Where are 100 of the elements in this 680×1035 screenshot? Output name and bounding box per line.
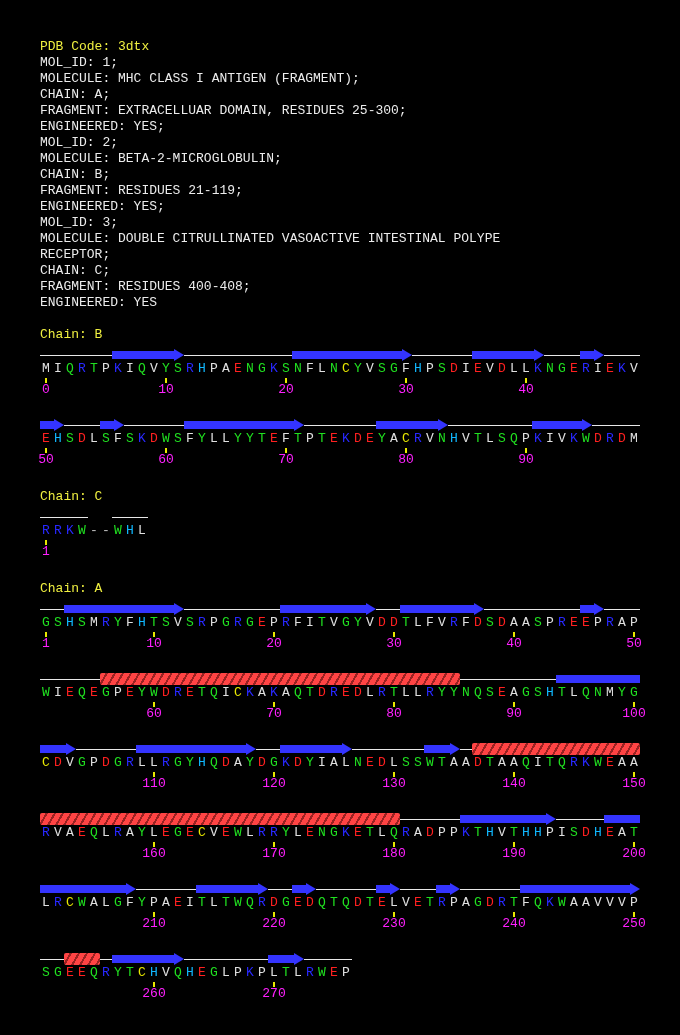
- residue-letter: W: [557, 895, 567, 911]
- residue-letter: Y: [233, 431, 243, 447]
- residue-number: 90: [506, 707, 522, 721]
- residue-letter: T: [365, 895, 375, 911]
- residue-number: 30: [398, 383, 414, 397]
- residue-letter: E: [185, 825, 195, 841]
- residue-letter: D: [449, 361, 459, 377]
- residue-letter: E: [569, 361, 579, 377]
- residue-letter: E: [257, 615, 267, 631]
- residue-letter: S: [533, 685, 543, 701]
- residue-letter: V: [425, 431, 435, 447]
- residue-letter: L: [509, 361, 519, 377]
- residue-letter: P: [101, 361, 111, 377]
- residue-letter: V: [161, 965, 171, 981]
- coil-line: [604, 608, 640, 610]
- residue-letter: A: [233, 755, 243, 771]
- coil-line: [64, 424, 100, 426]
- residue-letter: V: [65, 755, 75, 771]
- residue-letter: Y: [449, 685, 459, 701]
- residue-letter: P: [545, 615, 555, 631]
- residue-letter: Q: [77, 685, 87, 701]
- residue-letter: S: [569, 825, 579, 841]
- residue-letter: G: [209, 965, 219, 981]
- residue-letter: V: [149, 361, 159, 377]
- residue-letter: P: [269, 615, 279, 631]
- residue-letter: H: [533, 825, 543, 841]
- residue-letter: G: [173, 755, 183, 771]
- residue-letter: E: [233, 361, 243, 377]
- residue-letter: R: [413, 431, 423, 447]
- residue-letter: N: [329, 361, 339, 377]
- residue-letter: G: [329, 825, 339, 841]
- residue-letter: L: [293, 965, 303, 981]
- residue-letter: V: [617, 895, 627, 911]
- residue-letter: R: [125, 755, 135, 771]
- residue-letter: V: [53, 825, 63, 841]
- residue-number: 220: [262, 917, 286, 931]
- residue-letter: E: [605, 825, 615, 841]
- residue-letter: D: [77, 431, 87, 447]
- residue-letter: R: [269, 825, 279, 841]
- strand-arrow: [472, 349, 544, 361]
- residue-letter: R: [605, 615, 615, 631]
- residue-letter: M: [629, 431, 639, 447]
- residue-letter: A: [161, 895, 171, 911]
- residue-letter: M: [89, 615, 99, 631]
- residue-letter: A: [413, 825, 423, 841]
- residue-letter: E: [89, 685, 99, 701]
- residue-number: 250: [622, 917, 646, 931]
- residue-letter: T: [329, 895, 339, 911]
- residue-letter: I: [593, 361, 603, 377]
- strand-arrow: [268, 953, 304, 965]
- residue-letter: S: [161, 615, 171, 631]
- residue-letter: F: [461, 615, 471, 631]
- residue-letter: E: [605, 755, 615, 771]
- residue-letter: T: [473, 431, 483, 447]
- residue-letter: R: [257, 895, 267, 911]
- residue-letter: P: [449, 895, 459, 911]
- residue-letter: H: [185, 965, 195, 981]
- header-line: ENGINEERED: YES;: [40, 199, 166, 215]
- header-line: RECEPTOR;: [40, 247, 112, 263]
- tick-mark: [165, 378, 167, 383]
- residue-letter: G: [77, 755, 87, 771]
- residue-letter: D: [353, 685, 363, 701]
- residue-letter: H: [521, 825, 531, 841]
- tick-mark: [525, 378, 527, 383]
- residue-letter: G: [557, 361, 567, 377]
- residue-number: 100: [622, 707, 646, 721]
- residue-letter: H: [545, 685, 555, 701]
- residue-letter: Y: [437, 685, 447, 701]
- residue-letter: A: [509, 755, 519, 771]
- residue-letter: Q: [389, 825, 399, 841]
- residue-letter: I: [53, 361, 63, 377]
- residue-letter: D: [581, 825, 591, 841]
- residue-letter: T: [629, 825, 639, 841]
- residue-letter: L: [377, 825, 387, 841]
- residue-letter: K: [281, 755, 291, 771]
- residue-letter: L: [413, 615, 423, 631]
- residue-letter: V: [593, 895, 603, 911]
- residue-letter: T: [389, 685, 399, 701]
- residue-letter: E: [65, 685, 75, 701]
- residue-letter: F: [125, 895, 135, 911]
- residue-letter: P: [89, 755, 99, 771]
- residue-letter: L: [149, 825, 159, 841]
- residue-letter: R: [557, 615, 567, 631]
- tick-mark: [45, 448, 47, 453]
- residue-letter: W: [425, 755, 435, 771]
- tick-mark: [393, 632, 395, 637]
- residue-letter: W: [41, 685, 51, 701]
- coil-line: [400, 888, 436, 890]
- residue-letter: L: [209, 895, 219, 911]
- residue-letter: S: [485, 615, 495, 631]
- residue-letter: G: [101, 685, 111, 701]
- residue-letter: E: [65, 965, 75, 981]
- tick-mark: [273, 912, 275, 917]
- header-line: FRAGMENT: EXTRACELLUAR DOMAIN, RESIDUES 25-300;: [40, 103, 408, 119]
- residue-letter: D: [353, 895, 363, 911]
- residue-letter: Y: [617, 685, 627, 701]
- tick-mark: [633, 702, 635, 707]
- residue-letter: T: [89, 361, 99, 377]
- residue-letter: T: [317, 431, 327, 447]
- coil-line: [352, 748, 424, 750]
